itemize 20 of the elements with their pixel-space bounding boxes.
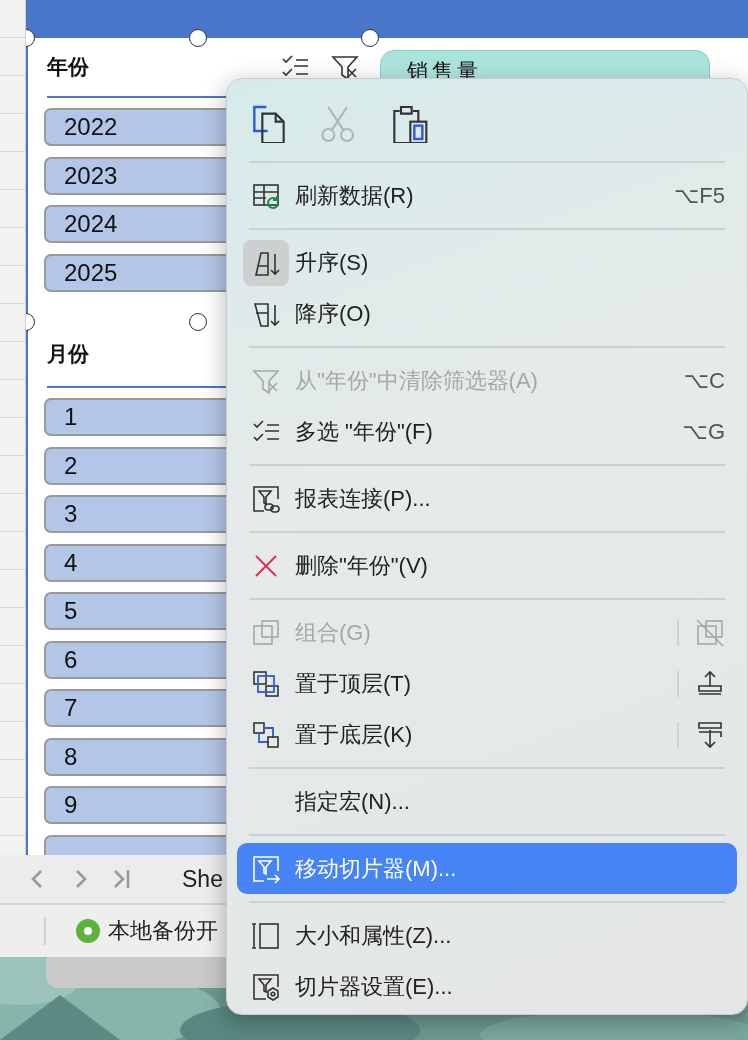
- slicer-title: 年份: [47, 54, 90, 80]
- filter-link-icon: [251, 483, 281, 514]
- menu-item[interactable]: 移动切片器(M)...: [237, 843, 737, 894]
- sheet-tab[interactable]: She: [182, 865, 223, 893]
- slicer-title: 月份: [47, 341, 90, 367]
- size-icon: [251, 920, 281, 951]
- filter-settings-icon: [251, 971, 281, 1002]
- filter-move-icon: [251, 853, 281, 884]
- shortcut: ⌥F5: [673, 182, 725, 209]
- menu-item[interactable]: 切片器设置(E)...: [237, 961, 737, 1012]
- shortcut: ⌥G: [682, 418, 725, 445]
- send-to-back-icon: [251, 719, 281, 750]
- menu-item[interactable]: 大小和属性(Z)...: [237, 910, 737, 961]
- shortcut: ⌥C: [683, 367, 725, 394]
- bring-to-front-icon: [251, 668, 281, 699]
- tray-down-icon: [695, 719, 725, 750]
- backup-status[interactable]: 本地备份开: [108, 916, 218, 946]
- status-dot-icon: [76, 919, 100, 943]
- ungroup-icon: [695, 617, 725, 648]
- group-icon: [251, 617, 281, 648]
